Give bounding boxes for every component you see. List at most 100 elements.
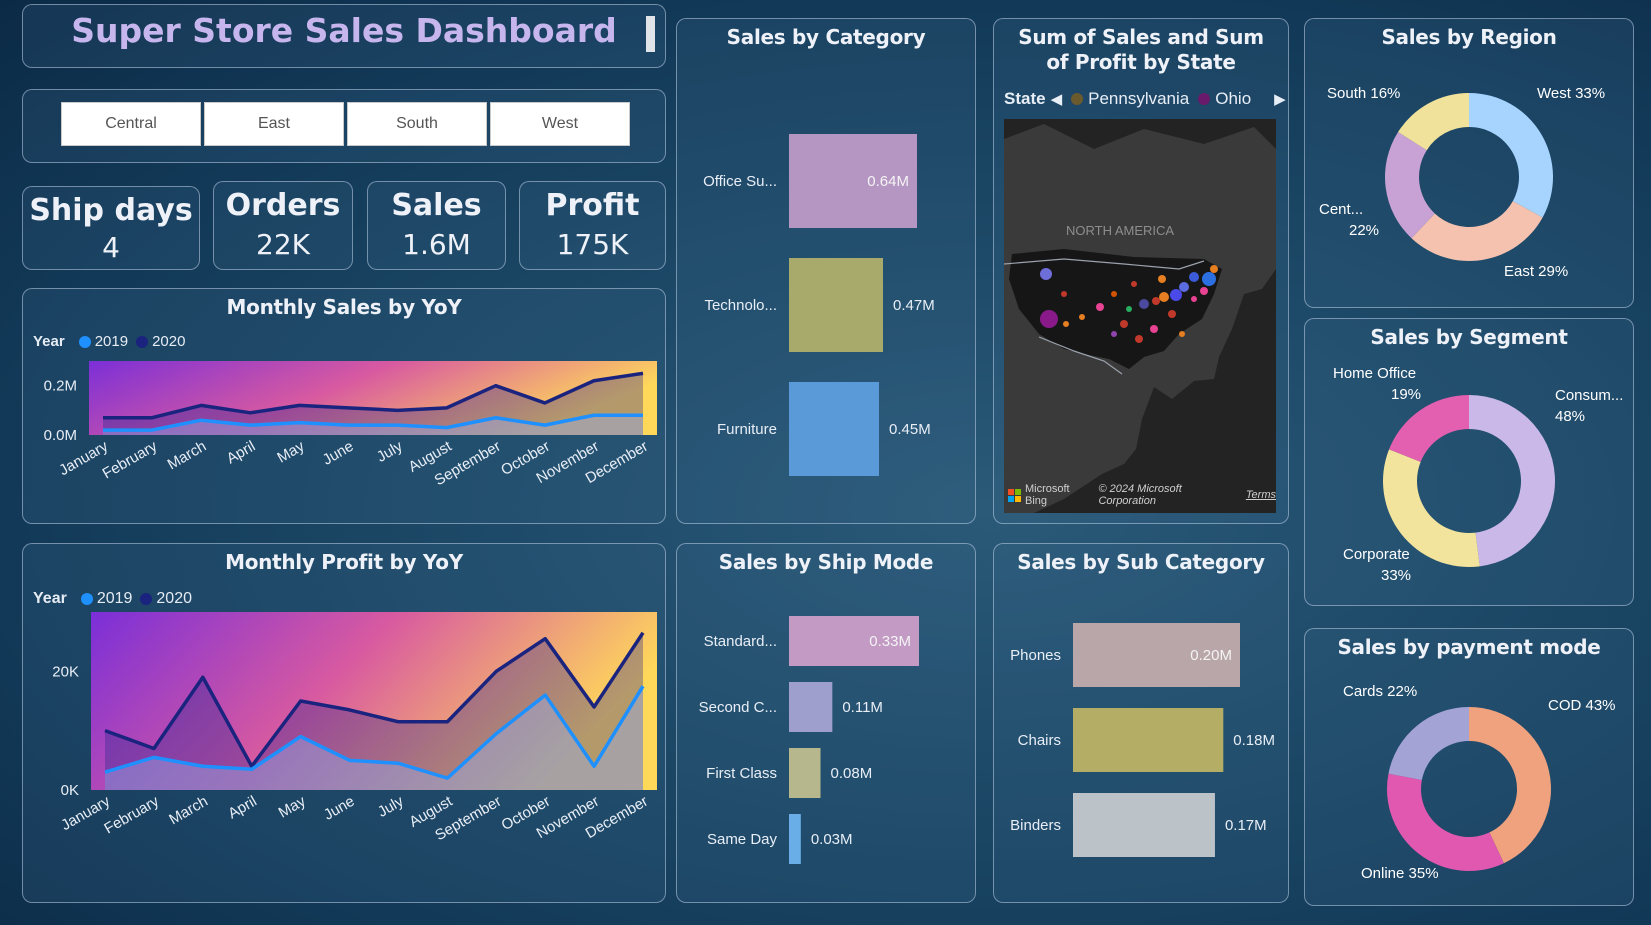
sales-by-category-chart[interactable]: Office Su... 0.64M Technolo... 0.47M Furnitu…	[677, 69, 973, 519]
sales-by-region-panel: Sales by Region West 33% East 29% Cent..…	[1304, 18, 1634, 308]
x-tick-label: February	[101, 792, 162, 837]
value-label: 0.11M	[842, 699, 883, 716]
legend-label-ohio: Ohio	[1215, 89, 1252, 108]
kpi-value: 22K	[256, 228, 310, 261]
category-label: Second C...	[699, 699, 777, 716]
y-tick-label: 0.0M	[44, 427, 77, 444]
value-label: 0.18M	[1233, 732, 1275, 749]
continent-label: NORTH AMERICA	[1066, 223, 1175, 238]
label-corporate-1: Corporate	[1343, 546, 1410, 563]
label-home-office-2: 19%	[1391, 386, 1422, 403]
monthly-sales-panel: Monthly Sales by YoY Year 2019 2020 0.0M…	[22, 288, 666, 524]
year-legend: Year 2019 2020	[33, 590, 192, 608]
label-south: South 16%	[1327, 85, 1401, 102]
x-tick-label: July	[374, 437, 406, 465]
value-label: 0.33M	[869, 633, 911, 650]
legend-dot-pennsylvania	[1071, 93, 1084, 105]
sales-by-payment-mode-donut[interactable]	[1305, 629, 1635, 907]
x-tick-label: March	[165, 438, 210, 474]
value-label: 0.20M	[1190, 647, 1232, 664]
monthly-sales-chart[interactable]: 0.0M0.2MJanuaryFebruary March April May June…	[23, 321, 663, 521]
legend-dot-2020	[140, 593, 153, 605]
x-tick-label: March	[166, 793, 211, 829]
value-label: 0.47M	[893, 297, 935, 314]
label-corporate-2: 33%	[1381, 567, 1412, 584]
map-canvas	[1004, 124, 1276, 513]
y-tick-label: 0K	[61, 782, 79, 799]
label-cod: COD 43%	[1548, 697, 1616, 714]
slicer-button-east[interactable]: East	[204, 102, 344, 146]
panel-title: Sales by Category	[726, 25, 926, 49]
state-map-panel: Sum of Sales and Sum of Profit by State …	[993, 18, 1289, 524]
kpi-value: 4	[102, 231, 120, 264]
value-label: 0.45M	[889, 421, 931, 438]
bar-2	[789, 748, 821, 798]
state-legend: State ◀ Pennsylvania Ohio ▶	[1004, 89, 1286, 109]
label-central-1: Cent...	[1319, 201, 1364, 218]
legend-label-2020: 2020	[156, 590, 192, 607]
legend-label-pennsylvania: Pennsylvania	[1088, 89, 1190, 108]
monthly-profit-chart[interactable]: 0K20KJanuaryFebruary March April May June Jul…	[23, 612, 663, 902]
value-label: 0.17M	[1225, 817, 1267, 834]
x-tick-label: June	[321, 793, 358, 824]
label-central-2: 22%	[1349, 222, 1380, 239]
slice-cards	[1388, 707, 1469, 781]
kpi-card-sales: Sales 1.6M	[367, 181, 506, 270]
map-copyright: © 2024 Microsoft Corporation	[1098, 483, 1182, 507]
sales-by-payment-mode-panel: Sales by payment mode COD 43% Online 35%…	[1304, 628, 1634, 906]
kpi-label: Profit	[545, 188, 640, 223]
legend-label-2019: 2019	[96, 590, 133, 607]
sales-by-ship-mode-chart[interactable]: Standard... 0.33M Second C... 0.11M First Cl…	[677, 594, 973, 894]
scroll-handle[interactable]	[646, 16, 655, 52]
slicer-button-west[interactable]: West	[490, 102, 630, 146]
value-label: 0.03M	[811, 831, 853, 848]
label-east: East 29%	[1504, 263, 1569, 280]
panel-title: Sum of Sales and Sum of Profit by State	[1018, 25, 1264, 74]
sales-by-region-donut[interactable]	[1305, 19, 1635, 309]
kpi-card-ship-days: Ship days 4	[22, 186, 200, 270]
sales-by-segment-donut[interactable]	[1305, 319, 1635, 607]
panel-title: Monthly Sales by YoY	[226, 295, 462, 319]
y-tick-label: 0.2M	[44, 378, 77, 395]
category-label: Office Su...	[703, 173, 777, 190]
value-label: 0.64M	[867, 173, 909, 190]
category-label: Phones	[1010, 647, 1061, 664]
kpi-label: Sales	[391, 188, 482, 223]
page-title: Super Store Sales Dashboard	[71, 11, 617, 50]
label-consumer-1: Consum...	[1555, 387, 1624, 404]
slicer-button-south[interactable]: South	[347, 102, 487, 146]
legend-next-arrow[interactable]: ▶	[1274, 90, 1286, 108]
map-terms-link[interactable]: Terms	[1246, 489, 1276, 501]
x-tick-label: May	[274, 437, 307, 466]
dashboard-title-panel: Super Store Sales Dashboard	[22, 4, 666, 68]
x-tick-label: July	[375, 792, 407, 820]
bar-2	[1073, 793, 1215, 857]
kpi-label: Orders	[225, 188, 341, 223]
y-tick-label: 20K	[52, 663, 79, 680]
region-slicer: Central East South West	[22, 89, 666, 163]
category-label: Technolo...	[704, 297, 777, 314]
bar-3	[789, 814, 801, 864]
kpi-card-profit: Profit 175K	[519, 181, 666, 270]
x-tick-label: May	[276, 792, 309, 821]
x-tick-label: April	[224, 438, 258, 468]
legend-dot-2019	[80, 593, 93, 605]
label-cards: Cards 22%	[1343, 683, 1418, 700]
panel-title: Sales by Ship Mode	[718, 550, 934, 574]
x-tick-label: April	[225, 793, 259, 823]
legend-prev-arrow[interactable]: ◀	[1051, 90, 1063, 108]
category-label: Same Day	[707, 831, 778, 848]
kpi-value: 1.6M	[402, 228, 471, 261]
legend-title: Year	[33, 590, 67, 607]
slicer-button-central[interactable]: Central	[61, 102, 201, 146]
state-map[interactable]: NORTH AMERICA Microsoft Bing © 2024 Micr…	[1004, 119, 1276, 513]
kpi-card-orders: Orders 22K	[213, 181, 353, 270]
kpi-label: Ship days	[29, 193, 193, 228]
sales-by-category-panel: Sales by Category Office Su... 0.64M Techn…	[676, 18, 976, 524]
label-consumer-2: 48%	[1555, 408, 1586, 425]
category-label: Binders	[1010, 817, 1061, 834]
bar-1	[789, 682, 833, 732]
sales-by-sub-category-chart[interactable]: Phones 0.20M Chairs 0.18M Binders 0.17M	[994, 594, 1286, 894]
label-online: Online 35%	[1361, 865, 1439, 882]
category-label: Standard...	[704, 633, 777, 650]
